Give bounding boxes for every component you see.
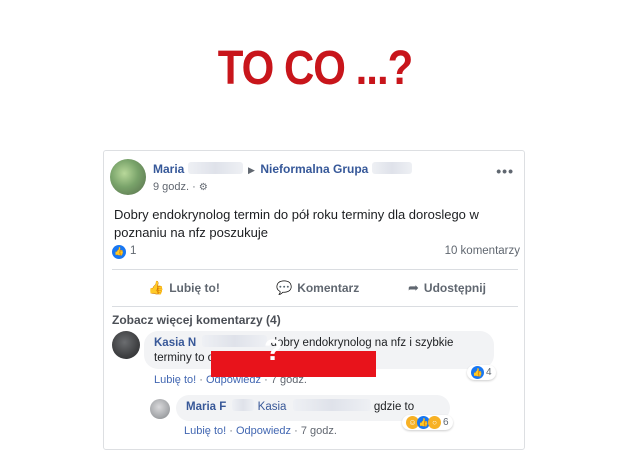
comment-text-line1: dobry endokrynolog na nfz i szybkie [270,337,454,349]
share-button[interactable]: ➦ Udostępnij [408,280,486,296]
reply-actions: Lubię to! · Odpowiedz · 7 godz. [184,425,337,437]
triangle-right-icon: ▶ [248,165,255,175]
reaction-count: 4 [486,367,492,378]
post-author-line: Maria ▶ Nieformalna Grupa [153,162,412,176]
reaction-count: 6 [443,417,449,428]
blurred-surname [202,335,268,347]
replier-avatar[interactable] [150,399,170,419]
post-time[interactable]: 9 godz. · [153,181,196,193]
blurred-mention-surname [292,399,371,411]
post-header: Maria ▶ Nieformalna Grupa 9 godz. · ⚙ ••… [110,159,520,199]
like-button[interactable]: 👍 Lubię to! [148,280,220,296]
thumbs-up-icon: 👍 [112,245,126,259]
blurred-group-suffix [371,162,412,174]
reply-time[interactable]: 7 godz. [301,425,337,437]
share-arrow-icon: ➦ [408,280,419,295]
author-name[interactable]: Maria [153,162,184,176]
post-body-text: Dobry endokrynolog termin do pół roku te… [114,207,479,240]
reply-like-link[interactable]: Lubię to! [184,425,226,437]
facebook-post-card: Maria ▶ Nieformalna Grupa 9 godz. · ⚙ ••… [103,150,525,450]
comment-like-link[interactable]: Lubię to! [154,374,196,386]
reply-reactions[interactable]: ☺ 👍 ○ 6 [402,415,453,430]
speech-bubble-icon: 💬 [276,280,293,295]
red-redaction-box [211,351,376,377]
thumbs-up-outline-icon: 👍 [148,280,165,295]
post-meta: 9 godz. · ⚙ [153,181,208,193]
reply-author[interactable]: Maria F [186,401,226,413]
commenter-avatar[interactable] [112,331,140,359]
headline-title: TO CO ...? [217,40,414,95]
comment-label: Komentarz [297,281,360,295]
comment-author[interactable]: Kasia N [154,337,196,349]
post-actions: 👍 Lubię to! 💬 Komentarz ➦ Udostępnij [112,275,518,303]
divider [112,269,518,270]
reply-text: gdzie to [373,401,415,413]
group-name[interactable]: Nieformalna Grupa [260,162,368,176]
divider [112,306,518,307]
comment-button[interactable]: 💬 Komentarz [276,280,359,296]
comment-reactions[interactable]: 👍 4 [467,365,496,380]
question-mark-overlay: ? [264,334,283,367]
like-label: Lubię to! [169,281,220,295]
blurred-surname [187,162,243,174]
share-label: Udostępnij [423,281,486,295]
blurred-surname [232,399,255,411]
comments-count[interactable]: 10 komentarzy [445,245,520,257]
more-options-icon[interactable]: ••• [496,163,514,179]
wow-reaction-icon: ○ [428,416,441,429]
reply-mention[interactable]: Kasia [258,401,287,413]
reply-reply-link[interactable]: Odpowiedz [236,425,291,437]
view-more-comments-link[interactable]: Zobacz więcej komentarzy (4) [112,313,281,327]
post-stats: 👍 1 10 komentarzy [112,244,520,262]
author-avatar[interactable] [110,159,146,195]
globe-icon: ⚙ [198,182,208,193]
like-reaction-icon: 👍 [471,366,484,379]
likes-count[interactable]: 1 [130,245,136,257]
reply-item: Maria F Kasia gdzie to ☺ 👍 ○ 6 Lubię to!… [150,395,520,445]
